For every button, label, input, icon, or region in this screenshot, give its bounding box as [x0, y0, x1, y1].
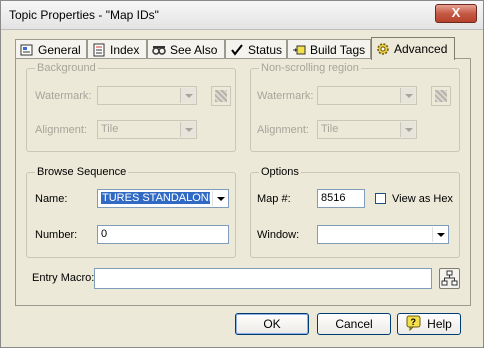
chevron-down-icon[interactable] — [212, 191, 227, 206]
close-button[interactable]: X — [435, 4, 477, 23]
browse-sequence-group: Browse Sequence Name: TURES STANDALONE N… — [26, 166, 236, 258]
nonscrolling-alignment-label: Alignment: — [257, 124, 309, 136]
general-icon — [20, 43, 34, 57]
background-alignment-label: Alignment: — [35, 124, 87, 136]
nonscrolling-alignment-select[interactable]: Tile — [317, 120, 417, 139]
browse-name-combo[interactable]: TURES STANDALONE — [97, 189, 229, 208]
image-icon — [215, 90, 227, 102]
tab-label: Index — [110, 42, 140, 57]
title-bar[interactable]: Topic Properties - "Map IDs" X — [1, 1, 483, 30]
browse-name-label: Name: — [35, 193, 68, 205]
tab-general[interactable]: General — [15, 39, 87, 59]
window-select[interactable] — [317, 225, 449, 244]
browse-sequence-legend: Browse Sequence — [35, 166, 129, 178]
background-browse-image-button[interactable] — [211, 86, 231, 106]
tab-label: Advanced — [394, 42, 448, 56]
nonscrolling-group: Non-scrolling region Watermark: Alignmen… — [250, 62, 460, 152]
nonscrolling-watermark-label: Watermark: — [257, 90, 314, 102]
chevron-down-icon — [180, 122, 195, 137]
nonscrolling-watermark-select[interactable] — [317, 86, 417, 105]
view-as-hex-checkbox[interactable] — [375, 193, 386, 204]
map-number-input[interactable]: 8516 — [317, 189, 365, 208]
browse-number-input[interactable]: 0 — [97, 225, 229, 244]
map-number-label: Map #: — [257, 193, 291, 205]
background-alignment-select[interactable]: Tile — [97, 120, 197, 139]
help-icon: ? — [406, 315, 422, 334]
help-button[interactable]: ? Help — [397, 313, 461, 335]
macro-builder-button[interactable] — [439, 268, 460, 289]
entry-macro-label: Entry Macro: — [32, 272, 95, 284]
checkmark-icon — [230, 43, 244, 57]
browse-number-label: Number: — [35, 229, 78, 241]
background-watermark-label: Watermark: — [35, 90, 92, 102]
build-tags-icon — [292, 43, 306, 57]
tab-build-tags[interactable]: Build Tags — [287, 39, 371, 59]
ok-button[interactable]: OK — [235, 313, 309, 335]
nonscrolling-legend: Non-scrolling region — [259, 62, 361, 74]
tab-advanced[interactable]: Advanced — [371, 37, 455, 60]
background-legend: Background — [35, 62, 98, 74]
tab-see-also[interactable]: See Also — [147, 39, 225, 59]
tab-label: Build Tags — [310, 42, 366, 57]
window-label: Window: — [257, 229, 300, 241]
image-icon — [435, 90, 447, 102]
browse-name-value: TURES STANDALONE — [101, 192, 210, 204]
tab-status[interactable]: Status — [225, 39, 287, 59]
topic-properties-dialog: Topic Properties - "Map IDs" X General I… — [0, 0, 484, 348]
tab-label: General — [38, 42, 81, 57]
options-group: Options Map #: 8516 View as Hex Window: — [250, 166, 460, 258]
entry-macro-input[interactable] — [94, 268, 432, 289]
chevron-down-icon — [400, 88, 415, 103]
view-as-hex-label: View as Hex — [392, 193, 453, 205]
chevron-down-icon[interactable] — [432, 227, 447, 242]
tab-label: Status — [248, 42, 283, 57]
nonscrolling-browse-image-button[interactable] — [431, 86, 451, 106]
macro-tree-icon — [441, 270, 458, 286]
options-legend: Options — [259, 166, 301, 178]
gear-icon — [376, 42, 390, 56]
background-watermark-select[interactable] — [97, 86, 197, 105]
cancel-button[interactable]: Cancel — [317, 313, 391, 335]
tab-index[interactable]: Index — [87, 39, 147, 59]
window-title: Topic Properties - "Map IDs" — [9, 8, 159, 22]
chevron-down-icon — [180, 88, 195, 103]
chevron-down-icon — [400, 122, 415, 137]
index-icon — [92, 43, 106, 57]
advanced-panel: Background Watermark: Alignment: Tile No… — [15, 58, 471, 306]
tab-label: See Also — [170, 42, 218, 57]
background-group: Background Watermark: Alignment: Tile — [26, 62, 236, 152]
see-also-icon — [152, 43, 166, 57]
svg-text:?: ? — [411, 317, 417, 327]
